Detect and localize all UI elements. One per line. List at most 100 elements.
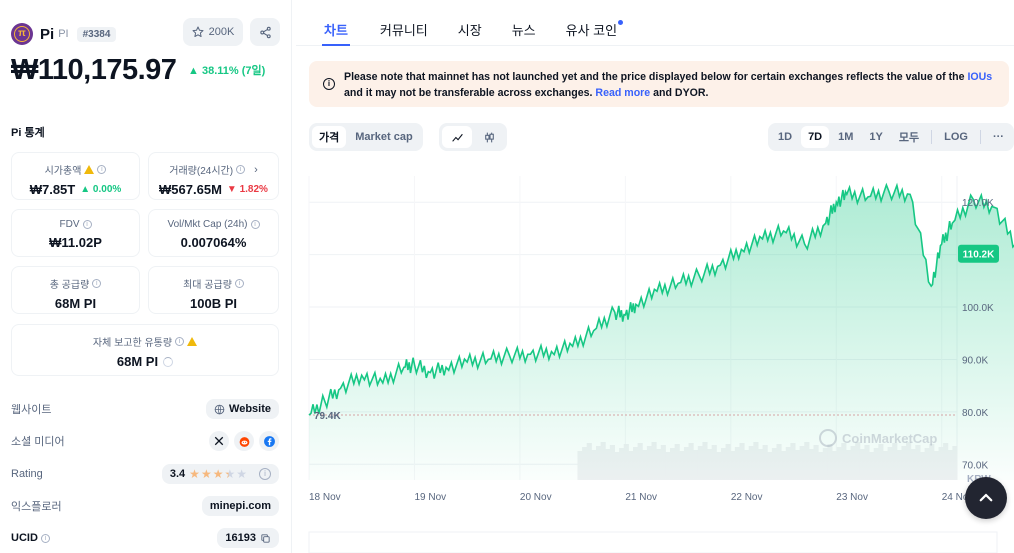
caret-up-icon: ▲ [188, 65, 202, 77]
watermark-text: CoinMarketCap [842, 431, 937, 446]
total-supply-label: 총 공급량 [49, 280, 90, 291]
coin-name: Pi [40, 25, 55, 43]
x-tick-label: 23 Nov [836, 492, 868, 503]
candlestick-icon [484, 132, 494, 142]
explorer-label: 익스플로러 [11, 501, 62, 513]
max-supply-card: 최대 공급량 i 100B PI [148, 266, 279, 314]
current-price-label: 110.2K [963, 250, 995, 261]
tab-similar-coins[interactable]: 유사 코인 [565, 14, 624, 46]
market-cap-value: ₩7.85T [29, 182, 76, 197]
rating-row: Rating 3.4 ★ ★ ★ ★ ★ i [11, 463, 279, 485]
explorer-link[interactable]: minepi.com [201, 496, 279, 516]
market-cap-toggle[interactable]: Market cap [348, 126, 419, 148]
star-outline-icon [192, 26, 204, 38]
x-tick-label: 21 Nov [625, 492, 657, 503]
market-cap-card: 시가총액 i ₩7.85T ▲ 0.00% [11, 152, 140, 200]
divider [979, 130, 981, 144]
tab-chart[interactable]: 차트 [322, 14, 350, 46]
scroll-to-top-button[interactable] [965, 477, 1007, 519]
info-icon[interactable]: i [234, 279, 244, 288]
info-icon[interactable]: i [250, 220, 260, 229]
star-empty-icon: ★ [236, 467, 247, 481]
x-tick-label: 18 Nov [309, 492, 341, 503]
ucid-label: UCID i [11, 532, 50, 544]
info-icon[interactable]: i [175, 337, 185, 346]
candlestick-button[interactable] [474, 126, 504, 148]
range-7d[interactable]: 7D [801, 126, 830, 148]
y-tick-label: 90.0K [962, 355, 988, 366]
notice-text-2: and it may not be transferable across ex… [344, 87, 593, 99]
fdv-card: FDV i ₩11.02P [11, 209, 140, 257]
info-icon[interactable]: i [259, 468, 271, 480]
log-scale-button[interactable]: LOG [937, 126, 975, 148]
chart-type-toggle [439, 123, 507, 151]
line-chart-button[interactable] [442, 126, 472, 148]
price-chart[interactable]: 120.0K110.0K100.0K90.0K80.0K70.0K18 Nov1… [296, 168, 1014, 553]
fdv-label: FDV [59, 219, 80, 230]
open-price-label: 79.4K [314, 411, 341, 422]
tab-news[interactable]: 뉴스 [512, 14, 536, 46]
ucid-row: UCID i 16193 [11, 527, 279, 549]
price-change-7d: ▲ 38.11% (7일) [188, 62, 265, 78]
self-reported-value: 68M PI [116, 354, 159, 369]
market-cap-change: ▲ 0.00% [80, 184, 122, 195]
x-twitter-icon[interactable] [209, 431, 229, 451]
warning-icon[interactable] [84, 165, 95, 174]
watchlist-button[interactable]: 200K [183, 18, 243, 46]
chevron-right-icon: › [254, 163, 258, 176]
volume-card[interactable]: 거래량(24시간) i › ₩567.65M ▼ 1.82% [148, 152, 279, 200]
loading-icon [163, 356, 174, 367]
total-supply-card: 총 공급량 i 68M PI [11, 266, 140, 314]
total-supply-value: 68M PI [54, 296, 97, 311]
volume-label: 거래량(24시간) [169, 166, 234, 177]
range-1m[interactable]: 1M [831, 126, 860, 148]
ucid-value: 16193 [225, 532, 256, 544]
notice-text-3: and DYOR. [653, 87, 709, 99]
tab-similar-coins-label: 유사 코인 [565, 23, 618, 38]
price-toggle[interactable]: 가격 [312, 126, 347, 148]
range-1d[interactable]: 1D [771, 126, 799, 148]
reddit-icon[interactable] [234, 431, 254, 451]
share-button[interactable] [250, 18, 280, 46]
range-1y[interactable]: 1Y [862, 126, 889, 148]
read-more-link[interactable]: Read more [595, 87, 650, 99]
more-options-button[interactable]: ··· [986, 126, 1011, 148]
facebook-icon[interactable] [259, 431, 279, 451]
divider [931, 130, 933, 144]
coin-sidebar: π Pi PI #3384 200K ₩110,175.97 ▲ 38.11% … [0, 0, 292, 553]
x-tick-label: 19 Nov [414, 492, 446, 503]
notice-text-1: Please note that mainnet has not launche… [344, 71, 965, 83]
explorer-row: 익스플로러 minepi.com [11, 495, 279, 517]
info-icon[interactable]: i [82, 220, 92, 229]
coin-header: π Pi PI #3384 [11, 20, 117, 48]
info-icon[interactable]: i [92, 279, 102, 288]
coin-price: ₩110,175.97 [11, 54, 177, 86]
ucid-pill[interactable]: 16193 [217, 528, 279, 548]
rating-label: Rating [11, 468, 43, 480]
star-icon: ★ [212, 467, 224, 481]
y-tick-label: 120.0K [962, 198, 994, 209]
range-all[interactable]: 모두 [892, 126, 926, 148]
market-cap-label: 시가총액 [44, 166, 82, 177]
info-icon[interactable]: i [236, 165, 246, 174]
info-icon[interactable]: i [97, 165, 107, 174]
website-button[interactable]: Website [206, 399, 279, 419]
max-supply-value: 100B PI [190, 296, 237, 311]
social-row: 소셜 미디어 [11, 430, 279, 452]
price-mcap-toggle: 가격 Market cap [309, 123, 423, 151]
volume-value: ₩567.65M [159, 182, 222, 197]
max-supply-label: 최대 공급량 [183, 280, 232, 291]
y-tick-label: 70.0K [962, 460, 988, 471]
price-change-value: 38.11% (7일) [201, 65, 266, 77]
social-label: 소셜 미디어 [11, 436, 65, 448]
tab-markets[interactable]: 시장 [458, 14, 482, 46]
tab-community[interactable]: 커뮤니티 [380, 14, 428, 46]
warning-icon[interactable] [187, 337, 198, 346]
rating-pill[interactable]: 3.4 ★ ★ ★ ★ ★ i [161, 464, 279, 484]
pi-logo-icon: π [11, 23, 33, 45]
ious-link[interactable]: IOUs [967, 71, 992, 83]
x-tick-label: 20 Nov [520, 492, 552, 503]
copy-icon[interactable] [260, 533, 271, 544]
info-icon[interactable]: i [40, 533, 50, 543]
vol-mkt-cap-value: 0.007064% [180, 235, 247, 250]
